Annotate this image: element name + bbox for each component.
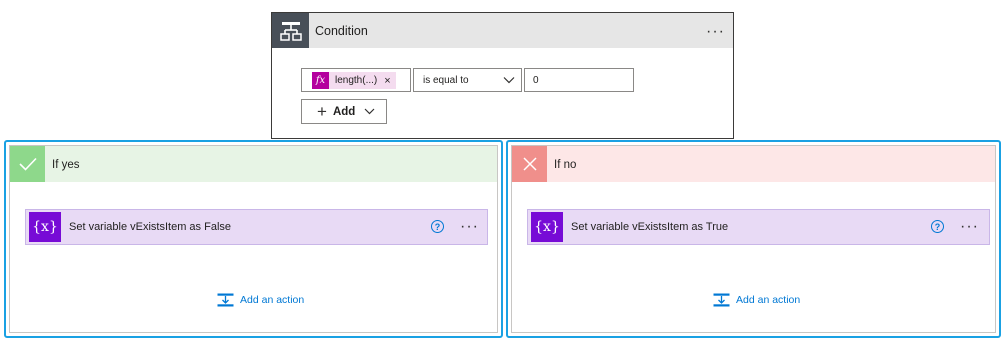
action-title: Set variable vExistsItem as True xyxy=(571,221,729,233)
if-no-header[interactable]: If no xyxy=(512,146,995,182)
condition-title: Condition xyxy=(315,24,368,38)
help-icon[interactable]: ? xyxy=(931,220,944,233)
help-icon[interactable]: ? xyxy=(431,220,444,233)
variable-icon: {x} xyxy=(531,212,563,242)
add-button[interactable]: + Add xyxy=(301,99,387,124)
plus-icon: + xyxy=(317,101,327,121)
action-menu-button[interactable]: ··· xyxy=(960,219,979,235)
operator-select[interactable]: is equal to xyxy=(413,68,522,92)
condition-value-input[interactable] xyxy=(524,68,634,92)
if-no-title: If no xyxy=(554,159,577,171)
condition-menu-button[interactable]: ··· xyxy=(706,24,725,40)
condition-header[interactable]: Condition ··· xyxy=(272,13,733,48)
action-title: Set variable vExistsItem as False xyxy=(69,221,232,233)
add-action-icon xyxy=(217,293,234,307)
operator-select-value: is equal to xyxy=(423,75,469,86)
chevron-down-icon xyxy=(503,77,515,84)
add-an-action-link[interactable]: Add an action xyxy=(713,293,800,307)
if-yes-container: If yes {x} Set variable vExistsItem as F… xyxy=(9,145,498,333)
check-icon xyxy=(10,146,45,182)
add-an-action-label: Add an action xyxy=(240,294,305,306)
condition-operand-field[interactable]: fx length(...) × xyxy=(301,68,411,92)
action-card-set-variable-false[interactable]: {x} Set variable vExistsItem as False ? … xyxy=(25,209,488,245)
chevron-down-icon xyxy=(364,108,375,115)
if-no-container: If no {x} Set variable vExistsItem as Tr… xyxy=(511,145,996,333)
condition-icon xyxy=(272,13,309,48)
fx-icon: fx xyxy=(312,72,329,89)
action-menu-button[interactable]: ··· xyxy=(460,219,479,235)
variable-icon: {x} xyxy=(29,212,61,242)
add-button-label: Add xyxy=(332,105,356,118)
if-yes-header[interactable]: If yes xyxy=(10,146,497,182)
remove-token-button[interactable]: × xyxy=(384,75,390,87)
condition-card[interactable]: Condition ··· fx length(...) × is equal … xyxy=(271,12,734,139)
if-yes-title: If yes xyxy=(52,159,80,171)
if-no-branch: If no {x} Set variable vExistsItem as Tr… xyxy=(506,140,1001,338)
action-card-set-variable-true[interactable]: {x} Set variable vExistsItem as True ? ·… xyxy=(527,209,990,245)
operand-token[interactable]: fx length(...) × xyxy=(312,72,396,89)
add-an-action-link[interactable]: Add an action xyxy=(217,293,304,307)
operand-token-label: length(...) xyxy=(335,75,378,86)
add-action-icon xyxy=(713,293,730,307)
close-icon xyxy=(512,146,547,182)
if-yes-branch: If yes {x} Set variable vExistsItem as F… xyxy=(4,140,503,338)
add-an-action-label: Add an action xyxy=(736,294,801,306)
